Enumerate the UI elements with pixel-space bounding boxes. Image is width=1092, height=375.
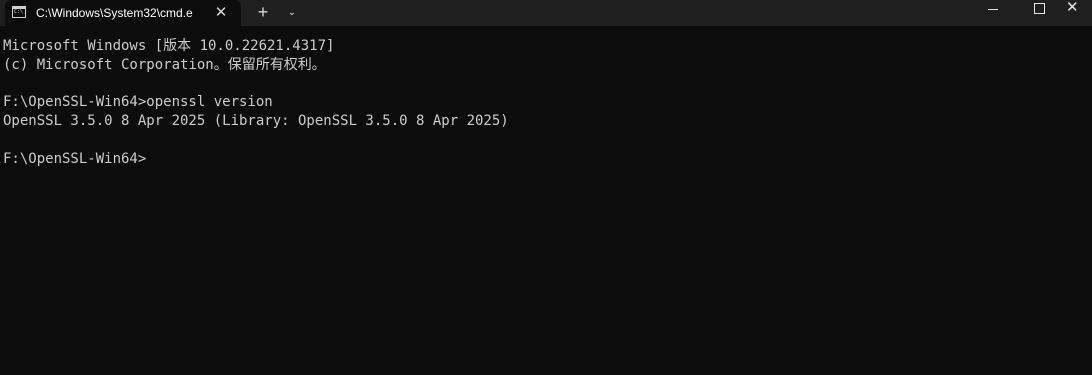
tab-title: C:\Windows\System32\cmd.e bbox=[36, 6, 193, 20]
maximize-button[interactable] bbox=[1016, 0, 1062, 26]
console-output[interactable]: Microsoft Windows [版本 10.0.22621.4317] (… bbox=[0, 26, 1092, 375]
active-tab[interactable]: C:\Windows\System32\cmd.e ✕ bbox=[5, 0, 241, 26]
tab-dropdown-button[interactable]: ⌄ bbox=[281, 1, 303, 25]
minimize-icon bbox=[988, 9, 998, 10]
console-line: (c) Microsoft Corporation。保留所有权利。 bbox=[3, 57, 326, 73]
close-window-button[interactable]: ✕ bbox=[1062, 0, 1092, 26]
console-line: F:\OpenSSL-Win64>openssl version bbox=[3, 94, 273, 110]
terminal-window: C:\Windows\System32\cmd.e ✕ + ⌄ ✕ Micros… bbox=[0, 0, 1092, 375]
command-prompt-icon bbox=[12, 6, 26, 18]
tab-close-button[interactable]: ✕ bbox=[211, 3, 231, 23]
console-prompt[interactable]: F:\OpenSSL-Win64> bbox=[3, 150, 146, 169]
maximize-icon bbox=[1034, 3, 1045, 14]
close-icon: ✕ bbox=[1066, 0, 1079, 16]
title-bar[interactable]: C:\Windows\System32\cmd.e ✕ + ⌄ ✕ bbox=[0, 0, 1092, 26]
new-tab-button[interactable]: + bbox=[251, 1, 275, 25]
console-line: Microsoft Windows [版本 10.0.22621.4317] bbox=[3, 38, 335, 54]
console-line: OpenSSL 3.5.0 8 Apr 2025 (Library: OpenS… bbox=[3, 113, 509, 129]
minimize-button[interactable] bbox=[970, 0, 1016, 26]
